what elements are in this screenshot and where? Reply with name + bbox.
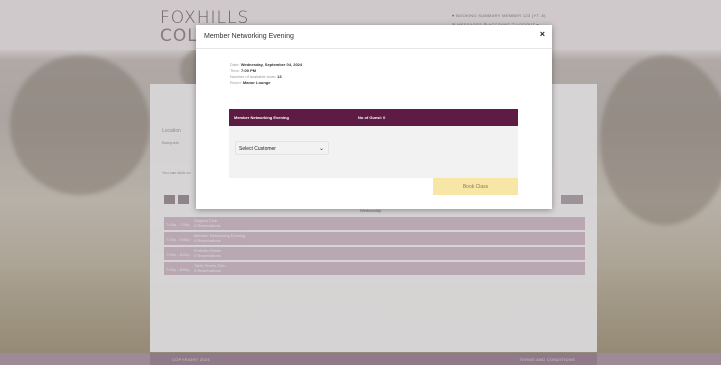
room-name: Manor Lounge bbox=[242, 80, 271, 85]
guest-count: No of Guest: 0 bbox=[358, 115, 386, 120]
booking-panel-header: Member Networking Evening No of Guest: 0 bbox=[229, 109, 518, 126]
event-modal: Member Networking Evening × Date: Wednes… bbox=[196, 25, 552, 209]
event-time: 7:00 PM bbox=[240, 68, 257, 73]
panel-event-name: Member Networking Evening bbox=[234, 115, 289, 120]
customer-select[interactable]: Select Customer ⌄ bbox=[235, 141, 329, 155]
close-button[interactable]: × bbox=[540, 29, 545, 39]
available-slots: 13 bbox=[277, 74, 282, 79]
event-info: Date: Wednesday, September 04, 2024 Time… bbox=[230, 62, 303, 85]
book-class-button[interactable]: Book Class bbox=[433, 178, 518, 195]
customer-select-value: Select Customer bbox=[239, 146, 276, 152]
chevron-down-icon: ⌄ bbox=[318, 146, 324, 152]
modal-header: Member Networking Evening × bbox=[196, 25, 552, 49]
event-date: Wednesday, September 04, 2024 bbox=[240, 62, 303, 67]
booking-panel: Member Networking Evening No of Guest: 0… bbox=[229, 109, 518, 178]
modal-title: Member Networking Evening bbox=[204, 33, 294, 40]
